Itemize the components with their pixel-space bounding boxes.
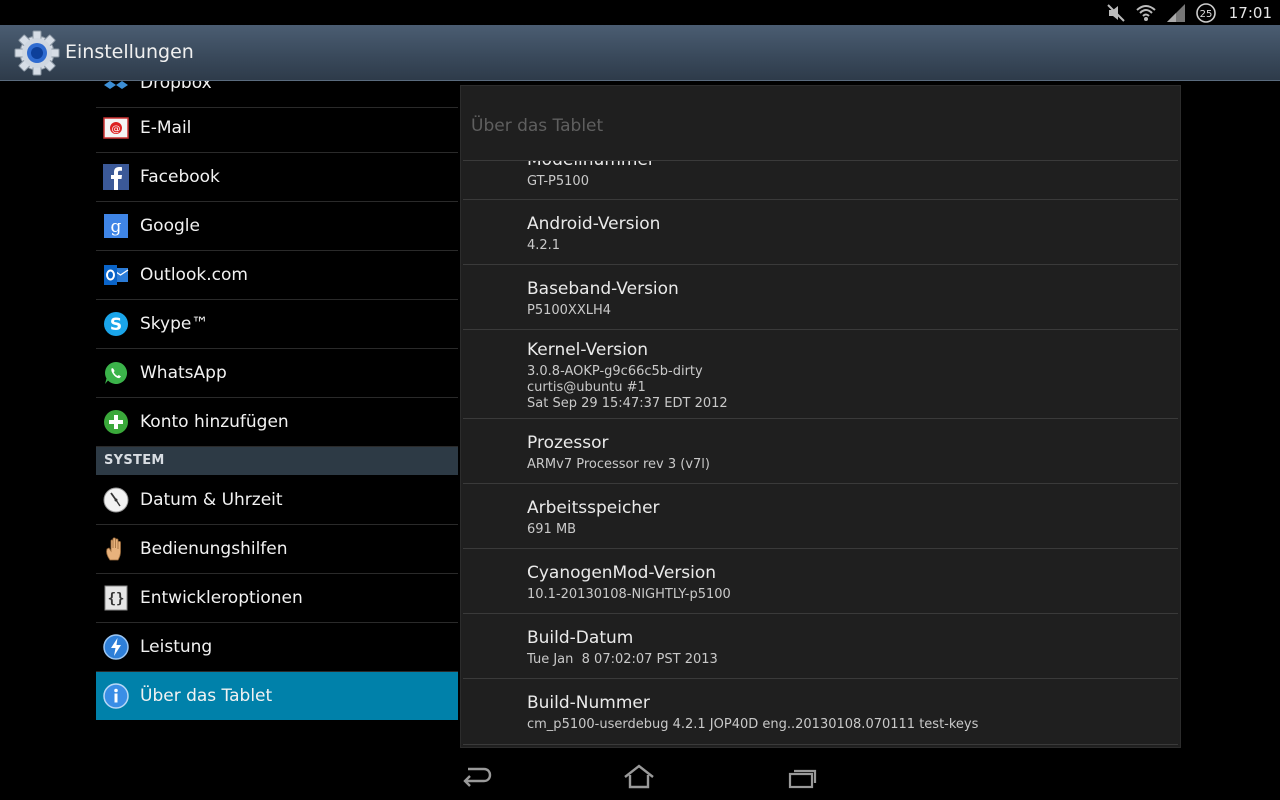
mute-icon <box>1105 2 1127 24</box>
google-icon: g <box>102 212 130 240</box>
section-header-system: SYSTEM <box>96 447 458 475</box>
info-title: Prozessor <box>527 433 609 453</box>
email-icon: @ <box>102 114 130 142</box>
hand-icon <box>102 535 130 563</box>
sidebar-item-developer-options[interactable]: {} Entwickleroptionen <box>96 574 458 623</box>
info-row-cyanogenmod-version[interactable]: CyanogenMod-Version 10.1-20130108-NIGHTL… <box>463 549 1178 614</box>
sidebar-item-label: Bedienungshilfen <box>140 539 288 559</box>
wifi-icon <box>1135 2 1157 24</box>
sidebar-item-label: Datum & Uhrzeit <box>140 490 283 510</box>
facebook-icon <box>102 163 130 191</box>
info-title: Arbeitsspeicher <box>527 498 660 518</box>
info-title: Android-Version <box>527 214 661 234</box>
svg-text:S: S <box>110 315 122 335</box>
outlook-icon <box>102 261 130 289</box>
sidebar-item-performance[interactable]: Leistung <box>96 623 458 672</box>
info-value: Sat Sep 29 15:47:37 EDT 2012 <box>527 396 728 411</box>
sidebar-item-email[interactable]: @ E-Mail <box>96 104 458 153</box>
svg-text:g: g <box>111 217 122 237</box>
sidebar-item-label: Über das Tablet <box>140 686 273 706</box>
signal-icon <box>1165 2 1187 24</box>
info-value: curtis@ubuntu #1 <box>527 380 646 395</box>
info-row-processor[interactable]: Prozessor ARMv7 Processor rev 3 (v7l) <box>463 419 1178 484</box>
info-value: 4.2.1 <box>527 238 561 253</box>
info-row-android-version[interactable]: Android-Version 4.2.1 <box>463 200 1178 265</box>
action-bar: Einstellungen <box>0 25 1280 81</box>
developer-icon: {} <box>102 584 130 612</box>
info-row-memory[interactable]: Arbeitsspeicher 691 MB <box>463 484 1178 549</box>
sidebar-item-whatsapp[interactable]: WhatsApp <box>96 349 458 398</box>
info-icon <box>102 682 130 710</box>
performance-icon <box>102 633 130 661</box>
info-value: cm_p5100-userdebug 4.2.1 JOP40D eng..201… <box>527 717 979 732</box>
info-title: Build-Datum <box>527 628 634 648</box>
back-icon[interactable] <box>460 764 494 790</box>
sidebar-item-add-account[interactable]: Konto hinzufügen <box>96 398 458 447</box>
sidebar-item-google[interactable]: g Google <box>96 202 458 251</box>
sidebar-item-label: Outlook.com <box>140 265 248 285</box>
info-row-kernel-version[interactable]: Kernel-Version 3.0.8-AOKP-g9c66c5b-dirty… <box>463 330 1178 419</box>
svg-text:{}: {} <box>108 591 125 607</box>
sidebar-item-accessibility[interactable]: Bedienungshilfen <box>96 525 458 574</box>
whatsapp-icon <box>102 359 130 387</box>
sidebar-item-label: Konto hinzufügen <box>140 412 289 432</box>
dropbox-icon <box>102 81 130 97</box>
info-value: Tue Jan 8 07:02:07 PST 2013 <box>527 652 718 667</box>
settings-list: Dropbox @ E-Mail Facebook g Google Outlo… <box>96 81 458 721</box>
info-title: CyanogenMod-Version <box>527 563 717 583</box>
info-value: ARMv7 Processor rev 3 (v7l) <box>527 457 710 472</box>
info-title: Build-Nummer <box>527 693 650 713</box>
clock-icon <box>102 486 130 514</box>
sidebar-item-facebook[interactable]: Facebook <box>96 153 458 202</box>
sidebar-item-label: Leistung <box>140 637 213 657</box>
status-bar: 25 17:01 <box>0 0 1280 25</box>
info-value: 691 MB <box>527 522 577 537</box>
pane-title: Über das Tablet <box>471 116 604 136</box>
info-value: GT-P5100 <box>527 174 589 189</box>
sidebar-item-label: Skype™ <box>140 314 209 334</box>
navigation-bar <box>0 752 1280 800</box>
settings-gear-icon[interactable] <box>14 30 60 76</box>
sidebar-item-label: E-Mail <box>140 118 192 138</box>
info-title: Kernel-Version <box>527 340 649 360</box>
svg-text:@: @ <box>112 125 121 135</box>
recent-apps-icon[interactable] <box>786 764 820 790</box>
sidebar-item-date-time[interactable]: Datum & Uhrzeit <box>96 476 458 525</box>
info-value: 3.0.8-AOKP-g9c66c5b-dirty <box>527 364 703 379</box>
info-row-baseband-version[interactable]: Baseband-Version P5100XXLH4 <box>463 265 1178 330</box>
info-title: Baseband-Version <box>527 279 679 299</box>
clock: 17:01 <box>1228 3 1272 22</box>
sidebar-item-label: Entwickleroptionen <box>140 588 303 608</box>
sidebar-item-outlook[interactable]: Outlook.com <box>96 251 458 300</box>
home-icon[interactable] <box>622 764 656 790</box>
notification-count: 25 <box>1199 9 1212 20</box>
notification-count-icon: 25 <box>1195 2 1217 24</box>
info-row-build-date[interactable]: Build-Datum Tue Jan 8 07:02:07 PST 2013 <box>463 614 1178 679</box>
sidebar-item-label: WhatsApp <box>140 363 227 383</box>
status-icons: 25 17:01 <box>1105 0 1272 25</box>
info-value: P5100XXLH4 <box>527 303 612 318</box>
about-tablet-pane: Über das Tablet Modellnummer GT-P5100 An… <box>460 85 1181 748</box>
sidebar-item-about-tablet[interactable]: Über das Tablet <box>96 672 458 720</box>
sidebar-item-label: Google <box>140 216 200 236</box>
sidebar-item-label: Facebook <box>140 167 220 187</box>
sidebar-item-label: Dropbox <box>140 81 212 93</box>
info-row-build-number[interactable]: Build-Nummer cm_p5100-userdebug 4.2.1 JO… <box>463 679 1178 745</box>
pane-title-divider-line <box>463 160 1178 161</box>
add-account-icon <box>102 408 130 436</box>
info-value: 10.1-20130108-NIGHTLY-p5100 <box>527 587 731 602</box>
sidebar-item-skype[interactable]: S Skype™ <box>96 300 458 349</box>
app-title: Einstellungen <box>65 41 194 63</box>
skype-icon: S <box>102 310 130 338</box>
section-header-label: SYSTEM <box>104 453 165 468</box>
